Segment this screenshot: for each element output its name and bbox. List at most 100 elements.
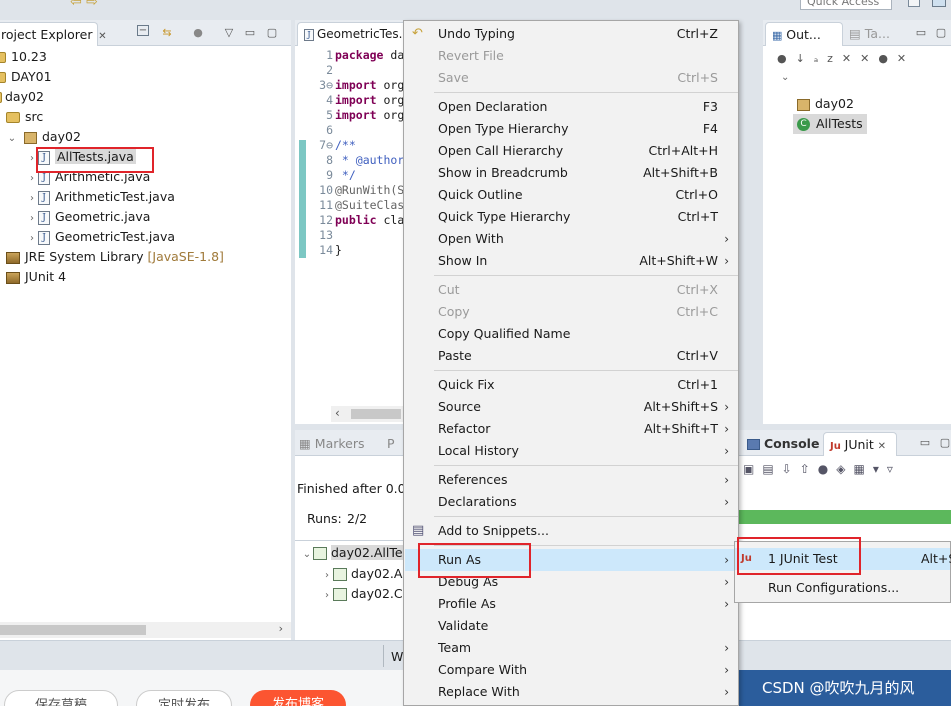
chevron-down-icon[interactable]: ⌄ — [301, 545, 313, 565]
minimize-icon[interactable]: ▭ — [913, 25, 929, 41]
chevron-right-icon[interactable]: › — [26, 229, 38, 249]
editor-tab-title: GeometricTes... — [317, 27, 403, 41]
redo-arrows-icon[interactable]: ⇦ ⇨ — [70, 0, 98, 10]
menu-item-compare-with[interactable]: Compare With › — [405, 659, 738, 681]
chevron-right-icon[interactable]: › — [26, 149, 38, 169]
tree-item-10-23[interactable]: 10.23 — [0, 47, 47, 67]
chevron-down-icon[interactable]: ⌄ — [6, 129, 18, 149]
scroll-right-icon[interactable]: › — [279, 622, 283, 635]
menu-item-refactor[interactable]: Refactor Alt+Shift+T › — [405, 418, 738, 440]
maximize-icon[interactable]: ▢ — [264, 25, 280, 41]
tree-item-day02-project[interactable]: day02 — [0, 87, 44, 107]
save-draft-button[interactable]: 保存草稿 — [4, 690, 118, 706]
menu-item-run-configurations[interactable]: Run Configurations... — [735, 577, 950, 599]
junit-toolbar-icons[interactable]: ▣▤⇩⇧●◈▦▾▿ — [743, 462, 901, 476]
result-test-c[interactable]: › day02.C — [321, 584, 403, 604]
menu-item-revert-file[interactable]: Revert File — [405, 45, 738, 67]
chevron-right-icon[interactable]: › — [26, 169, 38, 189]
minimize-icon[interactable]: ▭ — [917, 435, 933, 451]
code-area[interactable]: package da import org import org import org… — [335, 48, 403, 258]
menu-item-save[interactable]: Save Ctrl+S — [405, 67, 738, 89]
tree-item-geometrictest[interactable]: › J GeometricTest.java — [26, 227, 175, 247]
menu-item-team[interactable]: Team › — [405, 637, 738, 659]
java-perspective-icon[interactable] — [932, 0, 946, 7]
menu-item-run-as[interactable]: Run As › — [405, 549, 738, 571]
line-number: 5 — [326, 108, 333, 122]
menu-item-references[interactable]: References › — [405, 469, 738, 491]
maximize-icon[interactable]: ▢ — [933, 25, 949, 41]
menu-item-copy[interactable]: Copy Ctrl+C — [405, 301, 738, 323]
menu-item-show-in-breadcrumb[interactable]: Show in Breadcrumb Alt+Shift+B — [405, 162, 738, 184]
menu-item-open-with[interactable]: Open With › — [405, 228, 738, 250]
tree-item-geometric[interactable]: › J Geometric.java — [26, 207, 150, 227]
minimize-icon[interactable]: ▭ — [242, 25, 258, 41]
menu-item-profile-as[interactable]: Profile As › — [405, 593, 738, 615]
menu-item-validate[interactable]: Validate — [405, 615, 738, 637]
menu-item-label: Quick Type Hierarchy — [438, 209, 571, 224]
menu-item-quick-outline[interactable]: Quick Outline Ctrl+O — [405, 184, 738, 206]
schedule-publish-button[interactable]: 定时发布 — [136, 690, 232, 706]
collapse-all-icon[interactable]: − — [137, 25, 149, 36]
tree-item-junit4[interactable]: JUnit 4 — [6, 267, 66, 287]
menu-item-declarations[interactable]: Declarations › — [405, 491, 738, 513]
close-tab-icon[interactable]: ✕ — [98, 31, 106, 42]
horizontal-scrollbar[interactable]: › — [0, 622, 291, 638]
tree-item-jre-library[interactable]: JRE System Library [JavaSE-1.8] — [6, 247, 224, 267]
editor-horizontal-scrollbar[interactable]: ‹ — [331, 406, 403, 422]
result-suite[interactable]: ⌄ day02.AllTe — [301, 543, 403, 563]
tree-item-arithmetic[interactable]: › J Arithmetic.java — [26, 167, 150, 187]
tree-item-arithmetictest[interactable]: › J ArithmeticTest.java — [26, 187, 175, 207]
menu-item-open-declaration[interactable]: Open Declaration F3 — [405, 96, 738, 118]
menu-item-local-history[interactable]: Local History › — [405, 440, 738, 462]
chevron-right-icon[interactable]: › — [26, 209, 38, 229]
menu-item-open-call-hierarchy[interactable]: Open Call Hierarchy Ctrl+Alt+H — [405, 140, 738, 162]
scroll-left-icon[interactable]: ‹ — [335, 406, 340, 420]
tab-tasks[interactable]: ▤ Ta... — [849, 26, 890, 41]
outline-item-package[interactable]: day02 — [797, 94, 854, 114]
menu-item-copy-qualified-name[interactable]: Copy Qualified Name — [405, 323, 738, 345]
link-editor-icon[interactable]: ⇆ — [159, 25, 175, 41]
outline-item-class[interactable]: C AllTests — [793, 114, 867, 134]
menu-item-replace-with[interactable]: Replace With › — [405, 681, 738, 703]
quick-access-field[interactable]: Quick Access — [800, 0, 892, 10]
filter-icon[interactable]: ● — [190, 25, 206, 41]
view-menu-icon[interactable]: ▽ — [221, 25, 237, 41]
maximize-icon[interactable]: ▢ — [937, 435, 951, 451]
menu-item-open-type-hierarchy[interactable]: Open Type Hierarchy F4 — [405, 118, 738, 140]
line-number: 11 — [319, 198, 333, 212]
outline-toolbar-icons[interactable]: ●↓ₐz✕✕●✕ — [777, 52, 915, 65]
scrollbar-thumb[interactable] — [0, 625, 146, 635]
chevron-right-icon[interactable]: › — [26, 189, 38, 209]
perspective-icon[interactable] — [908, 0, 920, 7]
menu-item-undo-typing[interactable]: ↶ Undo Typing Ctrl+Z — [405, 23, 738, 45]
close-tab-icon[interactable]: ✕ — [878, 441, 886, 452]
publish-button[interactable]: 发布博客 — [250, 690, 346, 706]
menu-item-quick-fix[interactable]: Quick Fix Ctrl+1 — [405, 374, 738, 396]
tab-outline[interactable]: ▦ Out... — [765, 22, 843, 46]
tab-properties[interactable]: P — [387, 436, 395, 451]
tab-geometrictest[interactable]: J GeometricTes... — [297, 22, 403, 46]
scrollbar-thumb[interactable] — [351, 409, 401, 419]
tree-item-day01[interactable]: DAY01 — [0, 67, 52, 87]
chevron-right-icon[interactable]: › — [321, 586, 333, 606]
tree-item-src[interactable]: src — [6, 107, 43, 127]
tree-item-alltests[interactable]: › J AllTests.java — [26, 147, 136, 167]
menu-item-junit-test[interactable]: Ju 1 JUnit Test Alt+S — [735, 548, 951, 570]
tab-junit[interactable]: Ju JUnit ✕ — [823, 432, 897, 456]
menu-item-show-in[interactable]: Show In Alt+Shift+W › — [405, 250, 738, 272]
menu-item-source[interactable]: Source Alt+Shift+S › — [405, 396, 738, 418]
chevron-down-icon[interactable]: ⌄ — [781, 72, 789, 83]
tree-item-day02-package[interactable]: ⌄ day02 — [6, 127, 81, 147]
menu-item-debug-as[interactable]: Debug As › — [405, 571, 738, 593]
tab-markers[interactable]: ▦ Markers — [299, 436, 365, 451]
tab-console[interactable]: Console — [747, 436, 819, 451]
result-test-a[interactable]: › day02.A — [321, 564, 402, 584]
tab-project-explorer[interactable]: roject Explorer ✕ — [0, 22, 107, 46]
menu-item-paste[interactable]: Paste Ctrl+V — [405, 345, 738, 367]
code-text: da — [383, 48, 403, 62]
chevron-right-icon[interactable]: › — [321, 566, 333, 586]
menu-item-add-to-snippets[interactable]: ▤ Add to Snippets... — [405, 520, 738, 542]
menu-item-quick-type-hierarchy[interactable]: Quick Type Hierarchy Ctrl+T — [405, 206, 738, 228]
java-file-icon: J — [38, 150, 50, 165]
menu-item-cut[interactable]: Cut Ctrl+X — [405, 279, 738, 301]
